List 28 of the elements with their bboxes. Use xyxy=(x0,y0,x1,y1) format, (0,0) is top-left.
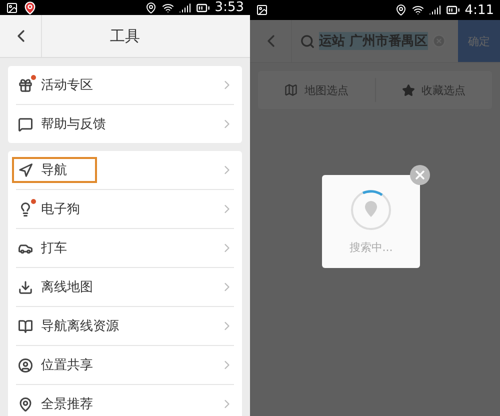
image-icon xyxy=(256,4,268,16)
navigation-arrow-icon xyxy=(18,162,33,178)
loading-spinner-icon xyxy=(349,188,393,232)
download-icon xyxy=(18,280,33,294)
close-icon xyxy=(413,168,427,182)
location-icon xyxy=(394,4,407,16)
menu-item[interactable]: 电子狗 xyxy=(12,196,110,222)
book-icon xyxy=(18,318,33,334)
battery-icon xyxy=(446,3,460,17)
menu-item[interactable]: 活动专区 xyxy=(12,72,123,98)
menu-item[interactable]: 打车 xyxy=(12,235,97,261)
menu-item[interactable]: 离线地图 xyxy=(12,274,123,300)
message-icon xyxy=(18,116,33,132)
menu-item[interactable]: 导航 xyxy=(12,157,97,183)
menu-item[interactable]: 导航离线资源 xyxy=(12,313,149,339)
clock-time: 3:53 xyxy=(214,0,244,15)
loading-text: 搜索中... xyxy=(349,240,393,255)
menu-item[interactable]: 全景推荐 xyxy=(12,391,123,416)
image-icon xyxy=(6,2,18,14)
gift-icon xyxy=(18,78,33,92)
menu-item[interactable]: 帮助与反馈 xyxy=(12,111,136,137)
bulb-icon xyxy=(18,202,33,216)
person-pin-icon xyxy=(18,358,33,372)
clock-time: 4:11 xyxy=(464,2,494,18)
page-title: 工具 xyxy=(109,26,141,46)
menu-item[interactable]: 位置共享 xyxy=(12,352,123,378)
pin-icon xyxy=(18,396,33,412)
wifi-icon xyxy=(162,2,174,14)
